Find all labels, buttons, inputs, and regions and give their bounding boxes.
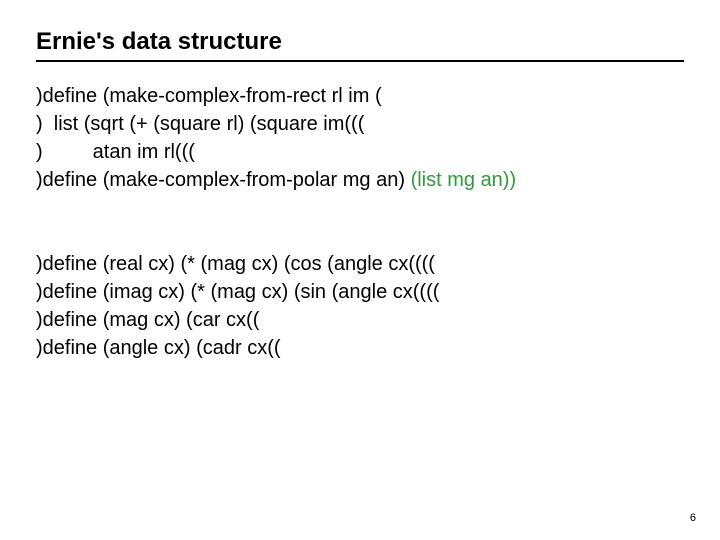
code-highlight: (list mg an)) [411, 169, 517, 191]
spacer [36, 194, 684, 250]
code-line: )define (make-complex-from-polar mg an) [36, 169, 411, 191]
code-line: )define (make-complex-from-rect rl im ( [36, 85, 382, 107]
code-line: )define (imag cx) (* (mag cx) (sin (angl… [36, 281, 439, 303]
page-number: 6 [690, 512, 696, 524]
code-block-2: )define (real cx) (* (mag cx) (cos (angl… [36, 250, 684, 362]
code-line: ) atan im rl((( [36, 141, 195, 163]
code-line: )define (angle cx) (cadr cx(( [36, 337, 281, 359]
code-line: )define (mag cx) (car cx(( [36, 309, 259, 331]
slide: Ernie's data structure )define (make-com… [0, 0, 720, 540]
title-rule [36, 60, 684, 62]
code-line: ) list (sqrt (+ (square rl) (square im((… [36, 113, 364, 135]
code-block-1: )define (make-complex-from-rect rl im ( … [36, 82, 684, 194]
page-title: Ernie's data structure [36, 28, 684, 56]
code-line: )define (real cx) (* (mag cx) (cos (angl… [36, 253, 435, 275]
